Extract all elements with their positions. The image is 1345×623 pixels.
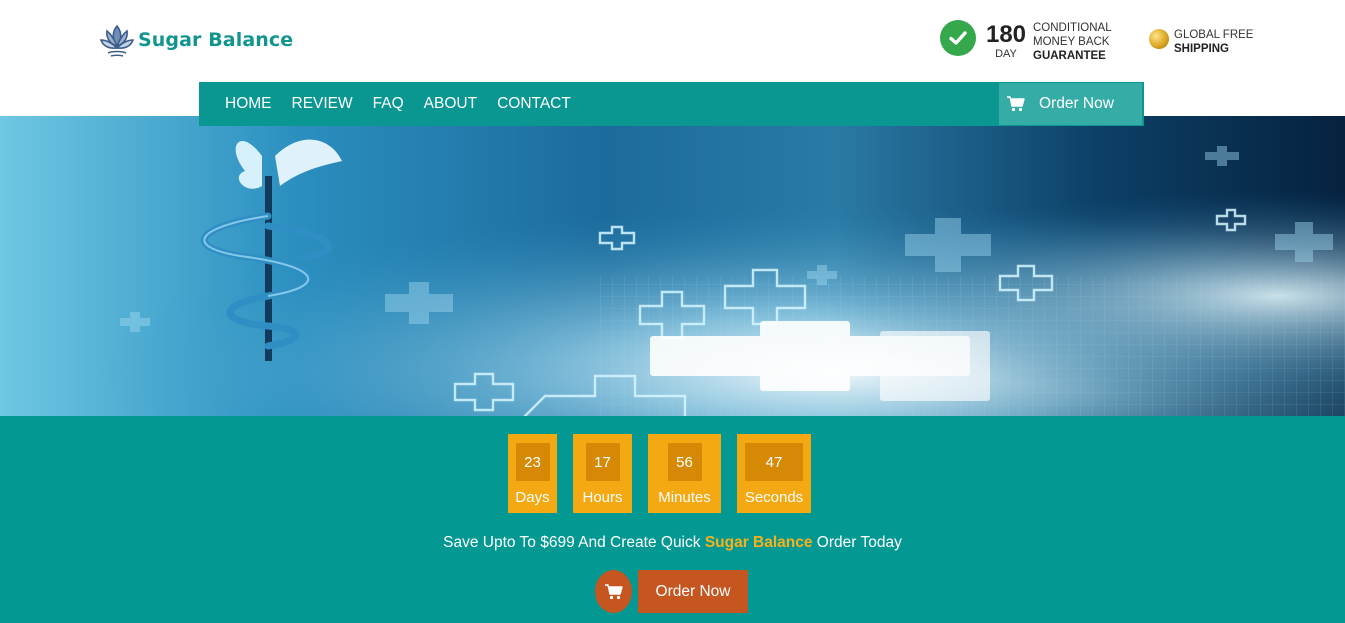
- countdown-days: 23 Days: [508, 434, 557, 513]
- promo-text-prefix: Save Upto To $699 And Create Quick: [443, 534, 705, 551]
- check-circle-icon: [940, 20, 976, 56]
- nav-item-home[interactable]: HOME: [199, 95, 282, 113]
- countdown-days-value: 23: [515, 443, 550, 481]
- hero-banner: [0, 116, 1345, 416]
- lotus-logo-icon: [100, 24, 134, 57]
- brand-name: Sugar Balance: [138, 29, 294, 51]
- countdown-hours-label: Hours: [582, 489, 623, 506]
- globe-icon: [1149, 29, 1169, 49]
- cart-icon: [604, 583, 623, 599]
- site-header: Sugar Balance 180 DAY CONDITIONAL MONEY …: [0, 0, 1345, 82]
- countdown-days-label: Days: [515, 489, 550, 506]
- free-shipping-badge: GLOBAL FREE SHIPPING: [1149, 28, 1253, 56]
- guarantee-line-3: GUARANTEE: [1033, 50, 1106, 62]
- nav-order-now-label: Order Now: [1039, 95, 1114, 112]
- countdown-hours-value: 17: [585, 443, 620, 481]
- nav-item-about[interactable]: ABOUT: [414, 95, 487, 113]
- countdown-minutes-value: 56: [667, 443, 702, 481]
- cart-icon: [1007, 96, 1025, 112]
- nav-item-faq[interactable]: FAQ: [363, 95, 414, 113]
- nav-menu: HOME REVIEW FAQ ABOUT CONTACT: [199, 82, 581, 126]
- cart-icon-button[interactable]: [595, 570, 632, 613]
- countdown-minutes: 56 Minutes: [648, 434, 721, 513]
- shipping-line-2: SHIPPING: [1174, 43, 1229, 55]
- countdown-seconds-label: Seconds: [744, 489, 804, 506]
- promo-text-highlight: Sugar Balance: [704, 534, 813, 551]
- countdown-section: 23 Days 17 Hours 56 Minutes 47 Seconds S…: [0, 416, 1345, 623]
- promo-order-cta: Order Now: [595, 570, 748, 613]
- shipping-text: GLOBAL FREE SHIPPING: [1174, 28, 1253, 56]
- guarantee-text: CONDITIONAL MONEY BACK GUARANTEE: [1033, 21, 1143, 63]
- money-back-guarantee: 180 DAY CONDITIONAL MONEY BACK GUARANTEE: [940, 20, 1112, 62]
- promo-order-now-button[interactable]: Order Now: [638, 570, 748, 613]
- main-navigation: HOME REVIEW FAQ ABOUT CONTACT Order Now: [199, 82, 1144, 126]
- countdown-hours: 17 Hours: [573, 434, 632, 513]
- promo-save-text: Save Upto To $699 And Create Quick Sugar…: [0, 534, 1345, 552]
- guarantee-days-number: 180: [985, 21, 1027, 48]
- countdown-timer: 23 Days 17 Hours 56 Minutes 47 Seconds: [0, 434, 1345, 513]
- brand-logo[interactable]: Sugar Balance: [100, 22, 293, 58]
- shipping-line-1: GLOBAL FREE: [1174, 29, 1254, 41]
- medical-hero-illustration: [0, 116, 1345, 416]
- guarantee-line-1: CONDITIONAL: [1033, 22, 1112, 34]
- countdown-seconds-value: 47: [745, 443, 803, 481]
- promo-text-suffix: Order Today: [812, 534, 902, 551]
- guarantee-line-2: MONEY BACK: [1033, 36, 1110, 48]
- nav-item-contact[interactable]: CONTACT: [487, 95, 581, 113]
- countdown-minutes-label: Minutes: [658, 489, 711, 506]
- guarantee-days-unit: DAY: [995, 48, 1017, 60]
- nav-order-now-button[interactable]: Order Now: [999, 83, 1142, 125]
- countdown-seconds: 47 Seconds: [737, 434, 811, 513]
- nav-item-review[interactable]: REVIEW: [282, 95, 363, 113]
